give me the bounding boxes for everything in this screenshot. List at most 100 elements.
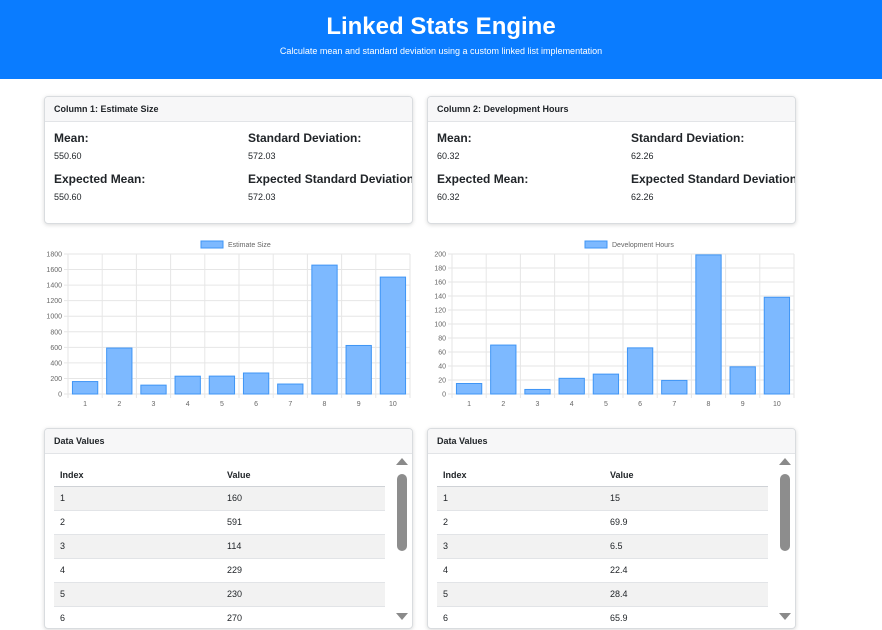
expected-std-stat: Expected Standard Deviation: 572.03 xyxy=(248,172,413,202)
x-tick-label: 1 xyxy=(83,401,87,408)
scroll-down-arrow-icon[interactable] xyxy=(396,613,408,620)
scroll-up-arrow-icon[interactable] xyxy=(396,458,408,465)
table-row: 4 229 xyxy=(54,558,385,583)
expected-mean-stat: Expected Mean: 60.32 xyxy=(437,172,637,202)
column-header-index: Index xyxy=(437,464,604,487)
value-cell: 229 xyxy=(221,558,385,583)
y-tick-label: 600 xyxy=(50,345,62,352)
table-row: 1 15 xyxy=(437,486,768,511)
x-tick-label: 2 xyxy=(117,401,121,408)
y-tick-label: 400 xyxy=(50,360,62,367)
index-cell: 3 xyxy=(54,534,221,559)
x-tick-label: 6 xyxy=(638,401,642,408)
y-tick-label: 200 xyxy=(50,376,62,383)
expected-std-label: Expected Standard Deviation: xyxy=(631,172,796,186)
expected-std-stat: Expected Standard Deviation: 62.26 xyxy=(631,172,796,202)
index-cell: 1 xyxy=(437,486,604,511)
x-tick-label: 10 xyxy=(773,401,781,408)
column-header-value: Value xyxy=(604,464,768,487)
legend-swatch xyxy=(584,240,608,249)
expected-mean-value: 60.32 xyxy=(437,192,460,202)
vertical-scrollbar[interactable] xyxy=(395,456,409,624)
y-tick-label: 40 xyxy=(438,364,446,371)
scrollbar-thumb[interactable] xyxy=(780,474,790,551)
chart-estimate-size: 0 200 400 600 800 1000 1200 1400 1600 1800 1 2 3 4 5 6 7… xyxy=(30,236,414,412)
bar xyxy=(455,383,483,395)
legend-swatch xyxy=(200,240,224,249)
y-tick-label: 1000 xyxy=(46,314,62,321)
expected-mean-label: Expected Mean: xyxy=(437,172,529,186)
expected-std-label: Expected Standard Deviation: xyxy=(248,172,413,186)
y-tick-label: 120 xyxy=(434,308,446,315)
x-tick-label: 4 xyxy=(570,401,574,408)
index-cell: 4 xyxy=(437,558,604,583)
mean-label: Mean: xyxy=(437,131,472,145)
x-tick-label: 10 xyxy=(389,401,397,408)
bar xyxy=(695,254,722,395)
x-tick-label: 7 xyxy=(288,401,292,408)
table-scroll-area[interactable]: Index Value 1 160 2 591 3 114 4 229 5 230 6 27… xyxy=(54,464,387,628)
index-cell: 6 xyxy=(437,606,604,628)
value-cell: 28.4 xyxy=(604,582,768,607)
scroll-up-arrow-icon[interactable] xyxy=(779,458,791,465)
stats-card-column-2: Column 2: Development Hours Mean: 60.32 … xyxy=(427,96,796,224)
index-cell: 4 xyxy=(54,558,221,583)
data-card-column-2: Data Values Index Value 1 15 2 69.9 3 6.5 4… xyxy=(427,428,796,629)
y-tick-label: 0 xyxy=(58,392,62,399)
y-tick-label: 200 xyxy=(434,252,446,259)
bar xyxy=(277,383,304,395)
card-title: Column 2: Development Hours xyxy=(428,97,795,122)
data-table: Index Value 1 160 2 591 3 114 4 229 5 230 6 27… xyxy=(54,464,385,628)
bar-chart-svg: 0 200 400 600 800 1000 1200 1400 1600 1800 1 2 3 4 5 6 7… xyxy=(46,240,411,408)
y-tick-label: 800 xyxy=(50,329,62,336)
table-row: 5 230 xyxy=(54,582,385,607)
table-row: 6 270 xyxy=(54,606,385,628)
value-cell: 270 xyxy=(221,606,385,628)
card-title: Column 1: Estimate Size xyxy=(45,97,412,122)
vertical-scrollbar[interactable] xyxy=(778,456,792,624)
table-scroll-area[interactable]: Index Value 1 15 2 69.9 3 6.5 4 22.4 5 28.4 6… xyxy=(437,464,770,628)
scrollbar-thumb[interactable] xyxy=(397,474,407,551)
legend-label: Development Hours xyxy=(612,242,674,249)
expected-std-value: 62.26 xyxy=(631,192,654,202)
value-cell: 591 xyxy=(221,510,385,535)
value-cell: 114 xyxy=(221,534,385,559)
bar xyxy=(661,379,688,395)
x-tick-label: 8 xyxy=(707,401,711,408)
table-row: 3 6.5 xyxy=(437,534,768,559)
x-tick-label: 2 xyxy=(501,401,505,408)
std-stat: Standard Deviation: 572.03 xyxy=(248,131,412,161)
table-row: 2 69.9 xyxy=(437,510,768,535)
index-cell: 2 xyxy=(437,510,604,535)
legend-label: Estimate Size xyxy=(228,242,271,249)
y-tick-label: 1800 xyxy=(46,252,62,259)
y-tick-label: 1200 xyxy=(46,298,62,305)
value-cell: 6.5 xyxy=(604,534,768,559)
app-subtitle: Calculate mean and standard deviation us… xyxy=(279,46,603,56)
table-row: 3 114 xyxy=(54,534,385,559)
y-tick-label: 140 xyxy=(434,294,446,301)
index-cell: 6 xyxy=(54,606,221,628)
mean-value: 550.60 xyxy=(54,151,82,161)
page: Linked Stats Engine Calculate mean and s… xyxy=(0,0,882,630)
card-title: Data Values xyxy=(45,429,412,454)
y-tick-label: 0 xyxy=(442,392,446,399)
bar xyxy=(140,384,167,395)
mean-stat: Mean: 60.32 xyxy=(437,131,637,161)
index-cell: 3 xyxy=(437,534,604,559)
value-cell: 69.9 xyxy=(604,510,768,535)
bar xyxy=(174,375,201,395)
chart-development-hours: 0 20 40 60 80 100 120 140 160 180 200 1 2 3 4 5 6 7 8 9 10 De… xyxy=(414,236,798,412)
std-value: 62.26 xyxy=(631,151,654,161)
x-tick-label: 4 xyxy=(186,401,190,408)
value-cell: 230 xyxy=(221,582,385,607)
bar xyxy=(71,381,99,395)
y-tick-label: 60 xyxy=(438,350,446,357)
bar-chart-svg: 0 20 40 60 80 100 120 140 160 180 200 1 2 3 4 5 6 7 8 9 10 De… xyxy=(434,240,795,408)
table-row: 5 28.4 xyxy=(437,582,768,607)
bar xyxy=(626,347,654,395)
table-row: 1 160 xyxy=(54,486,385,511)
scroll-down-arrow-icon[interactable] xyxy=(779,613,791,620)
expected-mean-stat: Expected Mean: 550.60 xyxy=(54,172,254,202)
y-tick-label: 160 xyxy=(434,280,446,287)
